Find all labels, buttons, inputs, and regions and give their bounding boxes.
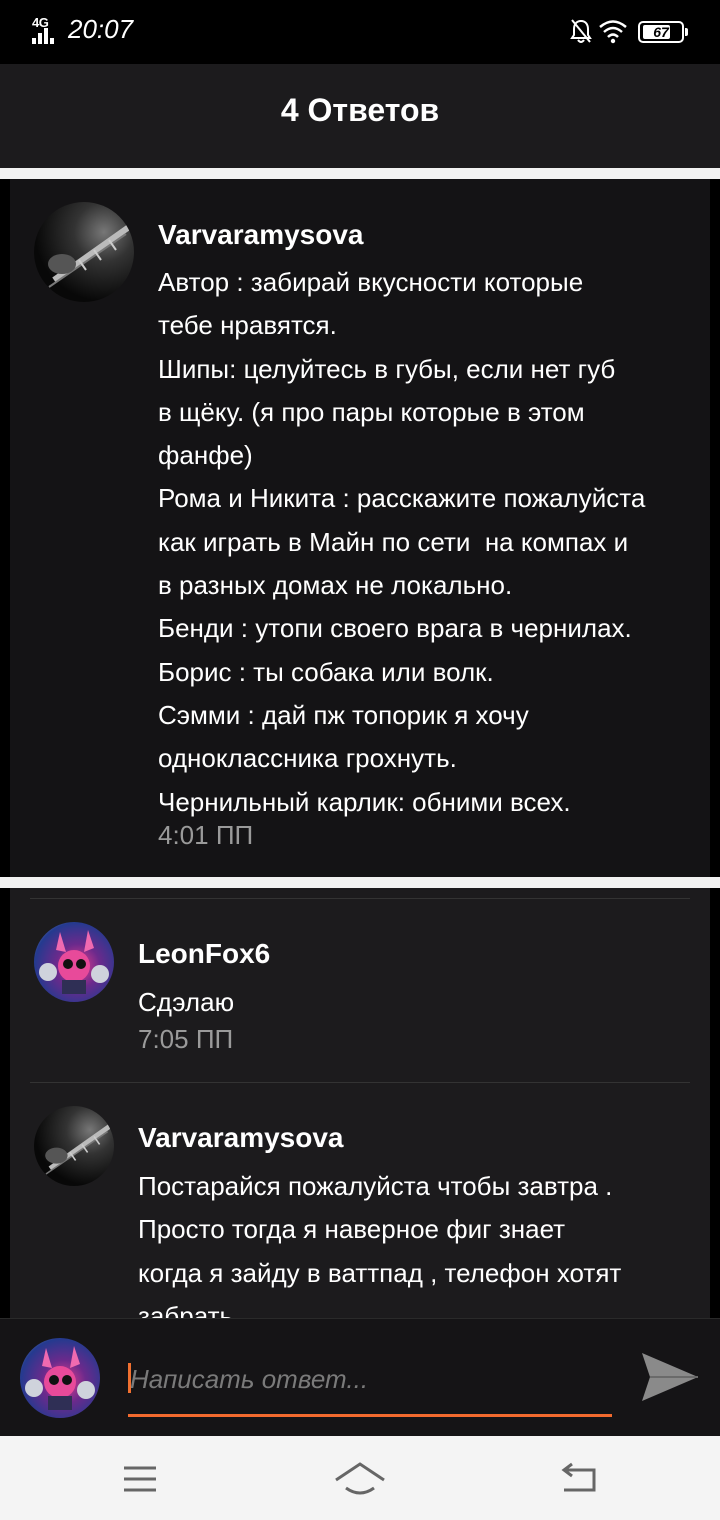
fox-avatar-icon xyxy=(25,1346,95,1410)
reply-author[interactable]: LeonFox6 xyxy=(138,938,270,970)
comment-body: Автор : забирай вкусности которые тебе н… xyxy=(158,267,646,817)
battery-icon: 67 xyxy=(638,21,688,43)
text-caret xyxy=(128,1363,131,1393)
avatar[interactable] xyxy=(34,202,134,302)
fox-avatar-icon xyxy=(39,930,109,994)
system-nav-bar xyxy=(0,1436,720,1520)
reply-body: Постарайся пожалуйста чтобы завтра . Про… xyxy=(138,1171,622,1318)
divider xyxy=(0,168,720,179)
comment-time: 4:01 ПП xyxy=(158,820,254,850)
main-comment: Varvaramysova Автор : забирай вкусности … xyxy=(10,179,710,877)
status-bar: 4G 20:07 67 xyxy=(0,0,720,64)
home-icon xyxy=(335,1462,385,1495)
reply-input[interactable] xyxy=(128,1359,612,1399)
status-time: 20:07 xyxy=(68,14,134,44)
guitar-avatar-icon xyxy=(45,1124,112,1175)
home-button[interactable] xyxy=(326,1450,394,1506)
reply-divider xyxy=(30,898,690,899)
reply-time: 7:05 ПП xyxy=(138,1024,234,1054)
menu-button[interactable] xyxy=(110,1450,170,1506)
back-icon xyxy=(561,1462,596,1492)
battery-level: 67 xyxy=(653,24,669,40)
wifi-icon xyxy=(599,20,627,44)
replies-list[interactable]: LeonFox6 Сдэлаю 7:05 ПП Varvaramysova По… xyxy=(10,888,710,1318)
comment-author[interactable]: Varvaramysova xyxy=(158,219,364,251)
input-underline xyxy=(128,1414,612,1417)
reply-divider xyxy=(30,1082,690,1083)
send-icon xyxy=(642,1353,698,1401)
signal-icon: 4G xyxy=(30,15,56,44)
back-button[interactable] xyxy=(550,1450,610,1506)
avatar xyxy=(20,1338,100,1418)
menu-icon xyxy=(124,1466,156,1492)
send-button[interactable] xyxy=(636,1347,702,1407)
reply-body: Сдэлаю xyxy=(138,987,235,1017)
divider xyxy=(0,877,720,888)
page-title: 4 Ответов xyxy=(280,92,440,128)
reply-author[interactable]: Varvaramysova xyxy=(138,1122,344,1154)
bell-off-icon xyxy=(570,19,592,43)
avatar[interactable] xyxy=(34,922,114,1002)
guitar-avatar-icon xyxy=(48,224,131,288)
avatar[interactable] xyxy=(34,1106,114,1186)
header: 4 Ответов xyxy=(0,64,720,168)
reply-composer xyxy=(0,1318,720,1436)
